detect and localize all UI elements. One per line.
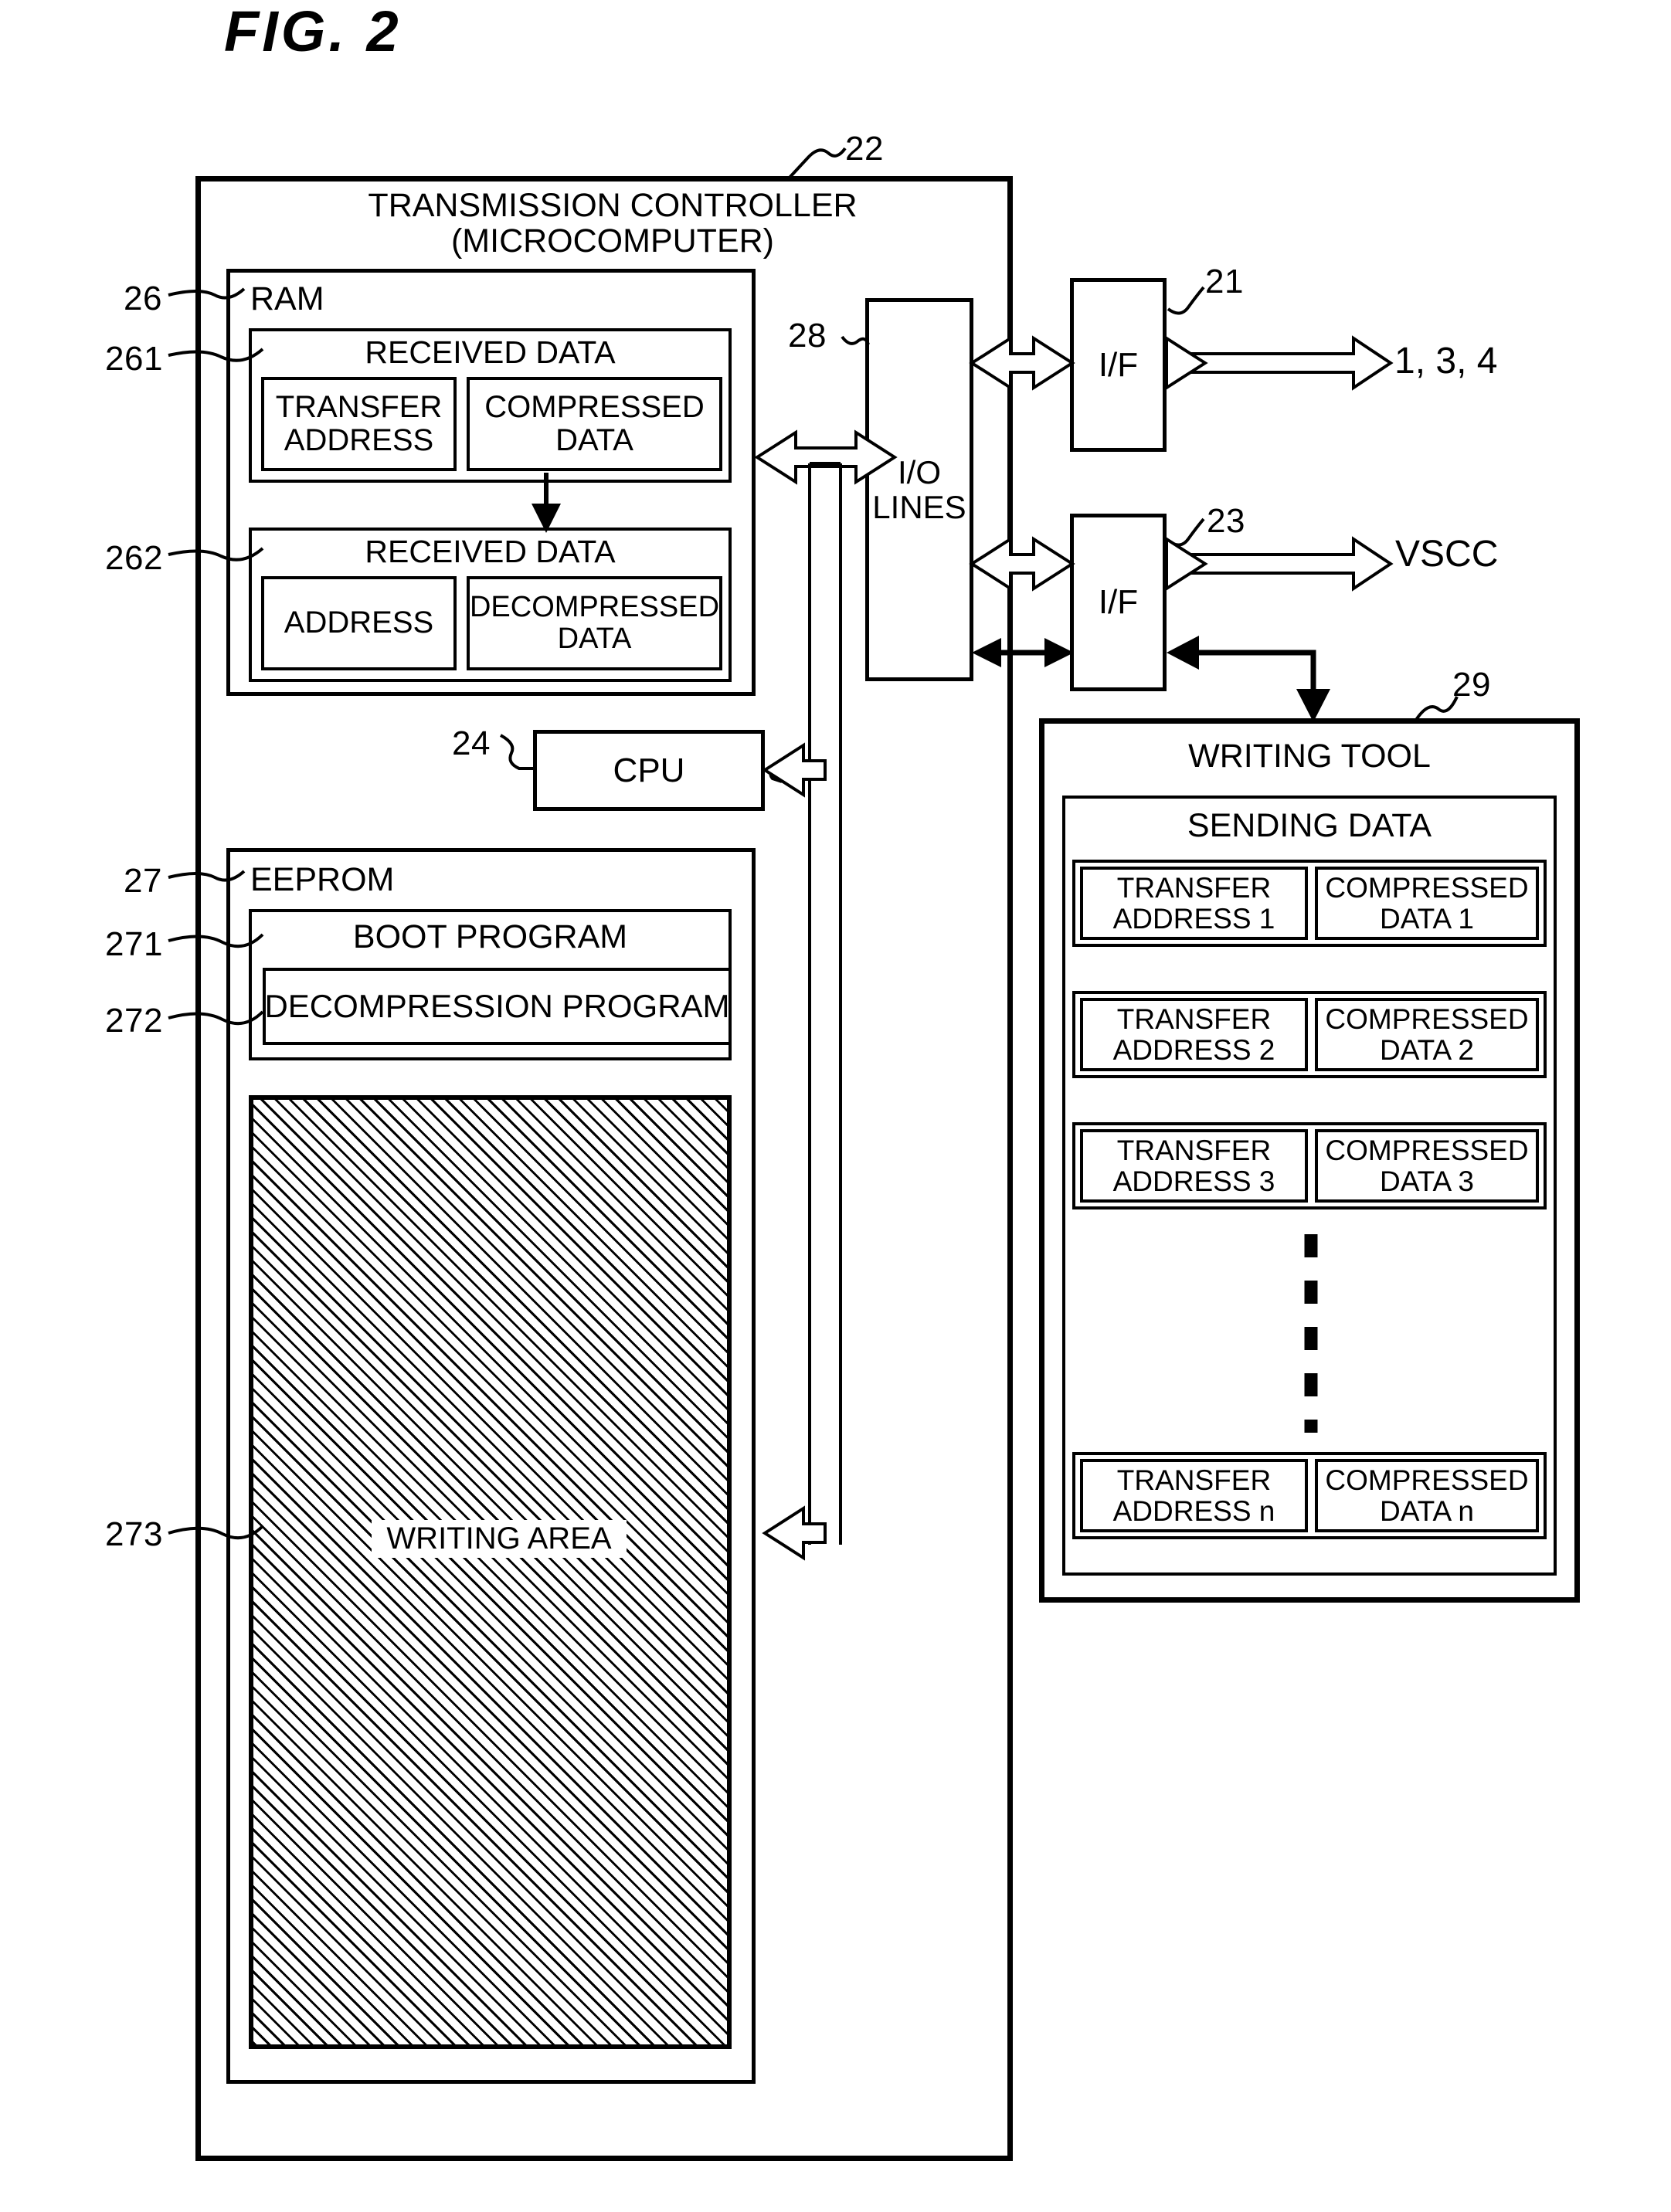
arrow-if21-external (1163, 335, 1394, 391)
external-label-1-3-4: 1, 3, 4 (1394, 341, 1498, 382)
compressed-data-label-2: COMPRESSED DATA 2 (1325, 1003, 1529, 1066)
ref-262: 262 (105, 539, 163, 577)
ref-23: 23 (1207, 502, 1245, 540)
ref-24: 24 (452, 724, 491, 762)
ref-261: 261 (105, 340, 163, 378)
ref-273: 273 (105, 1515, 163, 1553)
ref-271: 271 (105, 925, 163, 963)
transfer-address-label-261: TRANSFER ADDRESS (275, 389, 443, 457)
eeprom-title: EEPROM (250, 860, 395, 898)
io-lines-label: I/O LINES (872, 453, 966, 525)
writing-area-label: WRITING AREA (372, 1520, 627, 1558)
ref-27: 27 (124, 862, 162, 900)
writing-tool-title: WRITING TOOL (1188, 737, 1431, 775)
boot-program-label: BOOT PROGRAM (352, 918, 628, 955)
leader-23 (1167, 517, 1205, 547)
ram-title: RAM (250, 280, 324, 317)
transfer-address-label-1: TRANSFER ADDRESS 1 (1112, 871, 1275, 935)
received-data-title-262: RECEIVED DATA (365, 533, 616, 569)
transfer-address-label-2: TRANSFER ADDRESS 2 (1112, 1003, 1275, 1066)
leader-22 (786, 147, 847, 181)
address-label-262: ADDRESS (284, 606, 434, 640)
leader-21 (1167, 286, 1205, 315)
arrow-external-into-if21 (1165, 335, 1208, 391)
ref-21: 21 (1205, 263, 1244, 300)
ref-29: 29 (1452, 666, 1491, 704)
compressed-data-label-3: COMPRESSED DATA 3 (1325, 1134, 1529, 1197)
ref-26: 26 (124, 280, 162, 317)
compressed-data-label-1: COMPRESSED DATA 1 (1325, 871, 1529, 935)
received-data-title-261: RECEIVED DATA (365, 334, 616, 370)
ref-28: 28 (788, 317, 827, 355)
figure-title: FIG. 2 (224, 0, 402, 63)
arrow-if23-to-writingtool (1182, 650, 1316, 695)
external-label-vscc: VSCC (1395, 534, 1499, 575)
compressed-data-label-n: COMPRESSED DATA n (1325, 1464, 1529, 1527)
ref-22: 22 (845, 130, 884, 168)
arrow-vscc-into-if23 (1165, 536, 1208, 592)
interface-label-21: I/F (1098, 345, 1139, 384)
transmission-controller-title: TRANSMISSION CONTROLLER (MICROCOMPUTER) (368, 186, 858, 260)
leader-29 (1415, 696, 1459, 721)
decompression-program-label: DECOMPRESSION PROGRAM (264, 988, 730, 1025)
ref-272: 272 (105, 1002, 163, 1040)
arrowhead-into-writingtool (1296, 689, 1330, 722)
arrowhead-into-if23-left (1167, 636, 1199, 670)
arrow-if23-vscc (1163, 536, 1394, 592)
sending-data-title: SENDING DATA (1187, 806, 1432, 844)
transfer-address-label-3: TRANSFER ADDRESS 3 (1112, 1134, 1275, 1197)
writing-area-hatched-block (249, 1095, 732, 2049)
cpu-label: CPU (613, 751, 685, 789)
interface-label-23: I/F (1098, 583, 1139, 622)
decompressed-data-label-262: DECOMPRESSED DATA (469, 590, 720, 655)
compressed-data-label-261: COMPRESSED DATA (484, 389, 705, 457)
transfer-address-label-n: TRANSFER ADDRESS n (1112, 1464, 1275, 1527)
